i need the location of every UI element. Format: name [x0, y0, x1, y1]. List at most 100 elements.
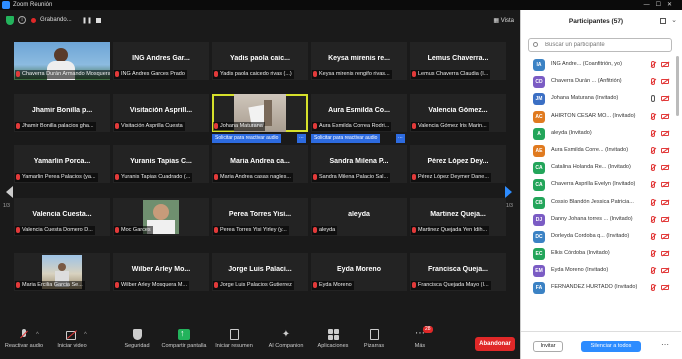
next-page-arrow-icon[interactable]: [505, 186, 512, 198]
avatar: IA: [533, 59, 545, 71]
mic-muted-icon[interactable]: [651, 267, 655, 275]
video-off-icon[interactable]: [661, 268, 669, 274]
ask-unmute-button-1[interactable]: Solicitar para reactivar audio: [212, 134, 282, 143]
participant-tile[interactable]: Chaverra Durán Armando Mosquera...: [14, 42, 110, 80]
video-off-icon[interactable]: [661, 96, 669, 102]
participant-row[interactable]: AC AHIRTON CESAR MO... (Invitado): [521, 108, 681, 125]
options-caret-icon[interactable]: ^: [36, 332, 39, 338]
mute-all-button[interactable]: Silenciar a todos: [581, 341, 641, 352]
video-off-icon[interactable]: [661, 285, 669, 291]
window-controls[interactable]: —☐✕: [644, 0, 678, 10]
mic-muted-icon[interactable]: [651, 146, 655, 154]
participant-tile[interactable]: Moc Garces: [113, 198, 209, 236]
invite-button[interactable]: Invitar: [533, 341, 563, 352]
stop-recording-icon[interactable]: [96, 18, 101, 23]
mic-muted-icon[interactable]: [651, 164, 655, 172]
video-off-icon[interactable]: [661, 199, 669, 205]
participant-tile[interactable]: Eyda Moreno Eyda Moreno: [311, 253, 407, 291]
mic-muted-icon[interactable]: [651, 129, 655, 137]
reactivar-audio-button[interactable]: Reactivar audio: [0, 326, 48, 356]
participant-row[interactable]: FA FERNANDEZ HURTADO (Invitado): [521, 279, 681, 296]
participant-row[interactable]: CA Catalina Holanda Re... (Invitado): [521, 159, 681, 176]
video-off-icon[interactable]: [661, 79, 669, 85]
video-off-icon[interactable]: [661, 62, 669, 67]
participant-row[interactable]: DC Dorleyda Cordoba q... (Invitado): [521, 228, 681, 245]
collapse-chevron-icon[interactable]: ⌄: [671, 16, 677, 24]
participant-tile[interactable]: Wilber Arley Mo... Wilber Arley Mosquera …: [113, 253, 209, 291]
participant-list-scrollbar[interactable]: [676, 56, 679, 116]
participant-tile[interactable]: Francisca Queja... Francisca Quejada Mayo…: [410, 253, 506, 291]
popout-icon[interactable]: [660, 18, 666, 24]
video-off-icon[interactable]: [661, 233, 669, 239]
m-s-button[interactable]: ⋯ Más 28: [396, 326, 444, 356]
mic-muted-icon[interactable]: [651, 198, 655, 206]
participant-tile[interactable]: Yuranis Tapias C... Yuranis Tapias Cuadra…: [113, 145, 209, 183]
participant-tile[interactable]: Aura Esmilda Co... Aura Esmilda Correa Ro…: [311, 94, 407, 132]
compartir-pantalla-button[interactable]: Compartir pantalla: [160, 326, 208, 356]
pizarras-button[interactable]: Pizarras: [350, 326, 398, 356]
participant-tile[interactable]: Keysa mirenis re... Keysa mirenis rengifo…: [311, 42, 407, 80]
video-off-icon[interactable]: [661, 113, 669, 119]
participant-tile[interactable]: Martinez Queja... Martinez Quejada Yen Id…: [410, 198, 506, 236]
ask-unmute-button-2[interactable]: Solicitar para reactivar audio: [311, 134, 381, 143]
participant-tile[interactable]: Visitación Asprill... Visitación Asprilla…: [113, 94, 209, 132]
participant-row[interactable]: Aaleyda (Invitado): [521, 125, 681, 142]
ask-unmute-more-button[interactable]: ⋯: [396, 134, 405, 143]
video-off-icon[interactable]: [661, 147, 669, 153]
leave-meeting-button[interactable]: Abandonar: [475, 337, 515, 351]
iniciar-video-button[interactable]: Iniciar video: [48, 326, 96, 356]
mic-muted-icon[interactable]: [651, 215, 655, 223]
mic-muted-icon[interactable]: [651, 284, 655, 292]
mic-muted-icon[interactable]: [651, 250, 655, 258]
participant-row[interactable]: CA Chaverra Asprilla Evelyn (Invitado): [521, 176, 681, 193]
video-off-icon[interactable]: [661, 216, 669, 222]
participant-search-input[interactable]: [528, 38, 672, 52]
ai-companion-button[interactable]: ✦ AI Companion: [262, 326, 310, 356]
mic-muted-icon[interactable]: [651, 61, 655, 68]
previous-page-arrow-icon[interactable]: [6, 186, 13, 198]
pause-recording-icon[interactable]: ❚❚: [82, 17, 92, 24]
participant-tile[interactable]: Valencia Gómez... Valencia Gómez Iris Mar…: [410, 94, 506, 132]
participant-tile[interactable]: ING Andres Gar... ING Andres Garces Prado: [113, 42, 209, 80]
participant-row[interactable]: JM Johana Maturana (Invitado): [521, 90, 681, 107]
video-off-icon[interactable]: [661, 165, 669, 171]
ask-unmute-more-button[interactable]: ⋯: [297, 134, 306, 143]
participant-tile[interactable]: Valencia Cuesta... Valencia Cuesta Domero…: [14, 198, 110, 236]
participant-row[interactable]: DJ Danny Johana torres ... (Invitado): [521, 211, 681, 228]
video-off-icon[interactable]: [661, 130, 669, 136]
participant-tile[interactable]: Johana Maturana: [212, 94, 308, 132]
participant-tile[interactable]: Pérez López Dey... Pérez López Deymer Dan…: [410, 145, 506, 183]
view-button[interactable]: ▦ Vista: [493, 17, 514, 24]
video-off-icon[interactable]: [661, 182, 669, 188]
iniciar-resumen-button[interactable]: Iniciar resumen: [210, 326, 258, 356]
seguridad-button[interactable]: Seguridad: [113, 326, 161, 356]
participant-row[interactable]: CD Chaverra Durán ... (Anfitrión): [521, 73, 681, 90]
participant-tile[interactable]: Jhamir Bonilla p... Jhamir Bonilla palaci…: [14, 94, 110, 132]
participant-tile[interactable]: Maria Ercilia Garcia Se...: [14, 253, 110, 291]
mic-muted-icon[interactable]: [651, 112, 655, 120]
participant-row[interactable]: CB Cossio Blandón Jessica Patricia...: [521, 194, 681, 211]
participant-row[interactable]: EM Eyda Moreno (Invitado): [521, 262, 681, 279]
mic-muted-icon[interactable]: [651, 78, 655, 86]
security-shield-icon[interactable]: [6, 16, 14, 25]
participant-tile[interactable]: Lemus Chaverra... Lemus Chaverra Claudia …: [410, 42, 506, 80]
participant-label-text: Yamarlin Perea Palacios (ya...: [22, 174, 96, 180]
participant-tile[interactable]: Perea Torres Yisi... Perea Torres Yisi Yi…: [212, 198, 308, 236]
participant-tile[interactable]: Sandra Milena P... Sandra Milena Palacio …: [311, 145, 407, 183]
mic-muted-icon[interactable]: [651, 181, 655, 189]
info-icon[interactable]: i: [18, 16, 26, 24]
participant-tile[interactable]: aleyda aleyda: [311, 198, 407, 236]
video-off-icon[interactable]: [661, 251, 669, 257]
participant-tile[interactable]: Maria Andrea ca... Maria Andrea casas nag…: [212, 145, 308, 183]
participant-tile[interactable]: Yamarlin Porca... Yamarlin Perea Palacios…: [14, 145, 110, 183]
mic-icon[interactable]: [651, 95, 655, 103]
participant-tile[interactable]: Yadis paola caic... Yadis paola caicedo r…: [212, 42, 308, 80]
options-caret-icon[interactable]: ^: [84, 332, 87, 338]
participant-row[interactable]: EC Elkis Córdoba (Invitado): [521, 245, 681, 262]
more-options-icon[interactable]: ⋯: [661, 340, 669, 349]
participant-tile[interactable]: Jorge Luis Palaci... Jorge Luis Palacios …: [212, 253, 308, 291]
participant-row[interactable]: IA ING Andre... (Coanfitrión, yo): [521, 56, 681, 73]
participant-row[interactable]: AE Aura Esmilda Corre... (Invitado): [521, 142, 681, 159]
mic-muted-icon[interactable]: [651, 232, 655, 240]
participant-name: Visitación Asprill...: [129, 107, 193, 114]
